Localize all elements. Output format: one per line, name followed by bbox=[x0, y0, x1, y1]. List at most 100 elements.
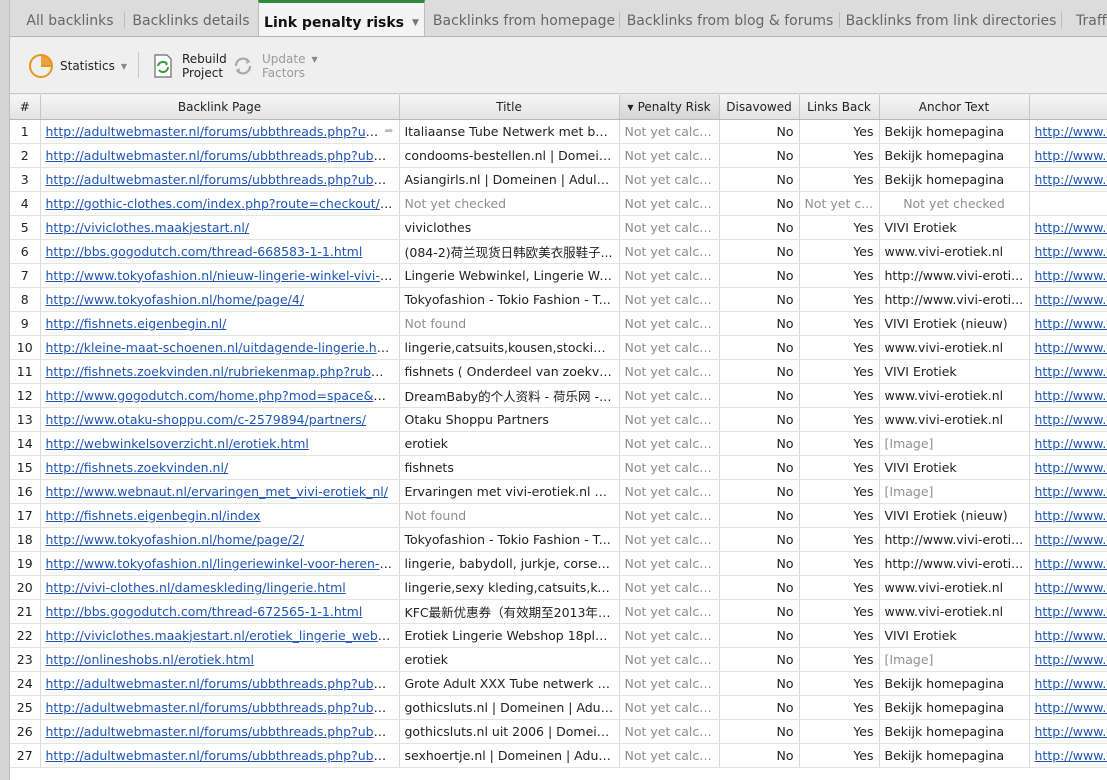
anchor-url-link-text[interactable]: http://www.v bbox=[1035, 340, 1107, 355]
backlink-page-link-text[interactable]: http://adultwebmaster.nl/forums/ubbthrea… bbox=[46, 124, 386, 139]
table-row[interactable]: 18 http://www.tokyofashion.nl/home/page/2… bbox=[10, 527, 1107, 552]
anchor-url-link-text[interactable]: http://www.v bbox=[1035, 436, 1107, 451]
anchor-url-link-text[interactable]: http://www.v bbox=[1035, 532, 1107, 547]
column-header-anchor-text[interactable]: Anchor Text bbox=[879, 95, 1030, 120]
backlink-page-link-text[interactable]: http://adultwebmaster.nl/forums/ubbthrea… bbox=[46, 700, 399, 715]
anchor-url-link-text[interactable]: http://www.v bbox=[1035, 388, 1107, 403]
backlink-page-link-text[interactable]: http://www.tokyofashion.nl/lingeriewinke… bbox=[46, 556, 399, 571]
table-row[interactable]: 27 http://adultwebmaster.nl/forums/ubbthr… bbox=[10, 743, 1107, 768]
backlink-page-link-text[interactable]: http://bbs.gogodutch.com/thread-672565-1… bbox=[46, 604, 363, 619]
anchor-url-link-text[interactable]: http://www.v bbox=[1035, 724, 1107, 739]
table-row[interactable]: 20 http://vivi-clothes.nl/dameskleding/li… bbox=[10, 575, 1107, 600]
table-row[interactable]: 13 http://www.otaku-shoppu.com/c-2579894/… bbox=[10, 407, 1107, 432]
anchor-url-link-text[interactable]: http://www.v bbox=[1035, 604, 1107, 619]
anchor-url-link-text[interactable]: http://www.v bbox=[1035, 676, 1107, 691]
table-row[interactable]: 9 http://fishnets.eigenbegin.nl/Not found… bbox=[10, 311, 1107, 336]
column-header-backlink-page[interactable]: Backlink Page bbox=[40, 95, 400, 120]
anchor-url-link-text[interactable]: http://www.v bbox=[1035, 292, 1107, 307]
backlink-page-link-text[interactable]: http://adultwebmaster.nl/forums/ubbthrea… bbox=[46, 148, 399, 163]
backlink-page-link-text[interactable]: http://viviclothes.maakjestart.nl/erotie… bbox=[46, 628, 399, 643]
column-header-disavowed[interactable]: Disavowed bbox=[719, 95, 800, 120]
table-row[interactable]: 10 http://kleine-maat-schoenen.nl/uitdage… bbox=[10, 335, 1107, 360]
backlink-page-link-text[interactable]: http://adultwebmaster.nl/forums/ubbthrea… bbox=[46, 676, 399, 691]
backlink-page-link-text[interactable]: http://adultwebmaster.nl/forums/ubbthrea… bbox=[46, 724, 399, 739]
table-row[interactable]: 15 http://fishnets.zoekvinden.nl/fishnets… bbox=[10, 455, 1107, 480]
anchor-url-link-text[interactable]: http://www.v bbox=[1035, 412, 1107, 427]
column-header-links-back[interactable]: Links Back bbox=[799, 95, 880, 120]
table-row[interactable]: 7 http://www.tokyofashion.nl/nieuw-linger… bbox=[10, 263, 1107, 288]
table-row[interactable]: 16 http://www.webnaut.nl/ervaringen_met_v… bbox=[10, 479, 1107, 504]
anchor-url-link-text[interactable]: http://www.v bbox=[1035, 268, 1107, 283]
chevron-down-icon[interactable]: ▼ bbox=[311, 55, 317, 64]
backlink-page-link-text[interactable]: http://fishnets.eigenbegin.nl/ bbox=[46, 316, 227, 331]
anchor-url-link-text[interactable]: http://www.v bbox=[1035, 244, 1107, 259]
anchor-url-link-text[interactable]: http://www.v bbox=[1035, 652, 1107, 667]
backlink-page-link-text[interactable]: http://onlineshobs.nl/erotiek.html bbox=[46, 652, 254, 667]
anchor-url-link-text[interactable]: http://www.v bbox=[1035, 580, 1107, 595]
update-factors-button[interactable]: Update Factors ▼ bbox=[230, 48, 318, 84]
backlink-page-link-text[interactable]: http://vivi-clothes.nl/dameskleding/ling… bbox=[46, 580, 346, 595]
table-row[interactable]: 22 http://viviclothes.maakjestart.nl/erot… bbox=[10, 623, 1107, 648]
table-row[interactable]: 14 http://webwinkelsoverzicht.nl/erotiek.… bbox=[10, 431, 1107, 456]
anchor-url-link-text[interactable]: http://www.v bbox=[1035, 508, 1107, 523]
rebuild-project-button[interactable]: Rebuild Project bbox=[150, 48, 227, 84]
statistics-button[interactable]: Statistics ▼ bbox=[28, 48, 127, 84]
anchor-url-link-text[interactable]: http://www.v bbox=[1035, 148, 1107, 163]
backlink-page-link-text[interactable]: http://adultwebmaster.nl/forums/ubbthrea… bbox=[46, 748, 399, 763]
column-header-penalty-risk[interactable]: ▼ Penalty Risk bbox=[619, 95, 720, 120]
tab-backlinks-from-link-directories[interactable]: Backlinks from link directories bbox=[841, 0, 1061, 36]
column-header-title[interactable]: Title bbox=[399, 95, 620, 120]
table-row[interactable]: 1 ➦ http://adultwebmaster.nl/forums/ubbthr… bbox=[10, 119, 1107, 144]
anchor-url-link-text[interactable]: http://www.v bbox=[1035, 124, 1107, 139]
table-row[interactable]: 8 http://www.tokyofashion.nl/home/page/4/… bbox=[10, 287, 1107, 312]
table-row[interactable]: 11 http://fishnets.zoekvinden.nl/rubrieke… bbox=[10, 359, 1107, 384]
table-row[interactable]: 2 http://adultwebmaster.nl/forums/ubbthre… bbox=[10, 143, 1107, 168]
backlink-page-link-text[interactable]: http://www.gogodutch.com/home.php?mod=sp… bbox=[46, 388, 399, 403]
backlink-page-link-text[interactable]: http://www.tokyofashion.nl/home/page/4/ bbox=[46, 292, 305, 307]
anchor-url-link-text[interactable]: http://www.v bbox=[1035, 460, 1107, 475]
chevron-down-icon[interactable]: ▼ bbox=[412, 8, 419, 36]
chevron-down-icon[interactable]: ▼ bbox=[121, 62, 127, 71]
tab-backlinks-from-blog-forums[interactable]: Backlinks from blog & forums bbox=[621, 0, 839, 36]
anchor-url-link-text[interactable]: http://www.v bbox=[1035, 628, 1107, 643]
table-row[interactable]: 24 http://adultwebmaster.nl/forums/ubbthr… bbox=[10, 671, 1107, 696]
backlink-page-link-text[interactable]: http://www.tokyofashion.nl/nieuw-lingeri… bbox=[46, 268, 399, 283]
tab-backlinks-details[interactable]: Backlinks details bbox=[126, 0, 256, 36]
anchor-url-link-text[interactable]: http://www.v bbox=[1035, 748, 1107, 763]
column-header-number[interactable]: # bbox=[10, 95, 41, 120]
backlink-page-link-text[interactable]: http://www.webnaut.nl/ervaringen_met_viv… bbox=[46, 484, 388, 499]
table-row[interactable]: 17 http://fishnets.eigenbegin.nl/index Not… bbox=[10, 503, 1107, 528]
table-row[interactable]: 26 http://adultwebmaster.nl/forums/ubbthr… bbox=[10, 719, 1107, 744]
backlink-page-link-text[interactable]: http://www.tokyofashion.nl/home/page/2/ bbox=[46, 532, 305, 547]
anchor-url-link-text[interactable]: http://www.v bbox=[1035, 316, 1107, 331]
tab-backlinks-from-homepage[interactable]: Backlinks from homepage bbox=[430, 0, 618, 36]
backlink-page-link-text[interactable]: http://fishnets.zoekvinden.nl/rubriekenm… bbox=[46, 364, 399, 379]
backlink-page-link-text[interactable]: http://www.otaku-shoppu.com/c-2579894/pa… bbox=[46, 412, 366, 427]
table-row[interactable]: 25 http://adultwebmaster.nl/forums/ubbthr… bbox=[10, 695, 1107, 720]
table-row[interactable]: 23 http://onlineshobs.nl/erotiek.html erot… bbox=[10, 647, 1107, 672]
share-arrow-icon[interactable]: ➦ bbox=[384, 124, 393, 137]
table-row[interactable]: 6 http://bbs.gogodutch.com/thread-668583-… bbox=[10, 239, 1107, 264]
anchor-url-link-text[interactable]: http://www.v bbox=[1035, 364, 1107, 379]
anchor-url-link-text[interactable]: http://www.v bbox=[1035, 220, 1107, 235]
backlink-page-link-text[interactable]: http://kleine-maat-schoenen.nl/uitdagend… bbox=[46, 340, 398, 355]
backlink-page-link-text[interactable]: http://adultwebmaster.nl/forums/ubbthrea… bbox=[46, 172, 399, 187]
table-row[interactable]: 12 http://www.gogodutch.com/home.php?mod=… bbox=[10, 383, 1107, 408]
table-row[interactable]: 4 http://gothic-clothes.com/index.php?rou… bbox=[10, 191, 1107, 216]
backlink-page-link-text[interactable]: http://bbs.gogodutch.com/thread-668583-1… bbox=[46, 244, 363, 259]
anchor-url-link-text[interactable]: http://www.v bbox=[1035, 700, 1107, 715]
anchor-url-link-text[interactable]: http://www.v bbox=[1035, 556, 1107, 571]
tab-link-penalty-risks[interactable]: Link penalty risks ▼ bbox=[258, 0, 425, 36]
backlink-page-link-text[interactable]: http://fishnets.eigenbegin.nl/index bbox=[46, 508, 261, 523]
anchor-url-link-text[interactable]: http://www.v bbox=[1035, 484, 1107, 499]
backlink-page-link-text[interactable]: http://fishnets.zoekvinden.nl/ bbox=[46, 460, 229, 475]
table-row[interactable]: 19 http://www.tokyofashion.nl/lingeriewin… bbox=[10, 551, 1107, 576]
anchor-url-link-text[interactable]: http://www.v bbox=[1035, 172, 1107, 187]
table-row[interactable]: 5 http://viviclothes.maakjestart.nl/vivic… bbox=[10, 215, 1107, 240]
backlink-page-link-text[interactable]: http://gothic-clothes.com/index.php?rout… bbox=[46, 196, 399, 211]
tab-traffic[interactable]: Traffi bbox=[1063, 0, 1107, 36]
column-header-anchor-url[interactable]: A bbox=[1029, 95, 1107, 120]
tab-all-backlinks[interactable]: All backlinks bbox=[16, 0, 124, 36]
table-row[interactable]: 3 http://adultwebmaster.nl/forums/ubbthre… bbox=[10, 167, 1107, 192]
backlink-page-link-text[interactable]: http://webwinkelsoverzicht.nl/erotiek.ht… bbox=[46, 436, 309, 451]
